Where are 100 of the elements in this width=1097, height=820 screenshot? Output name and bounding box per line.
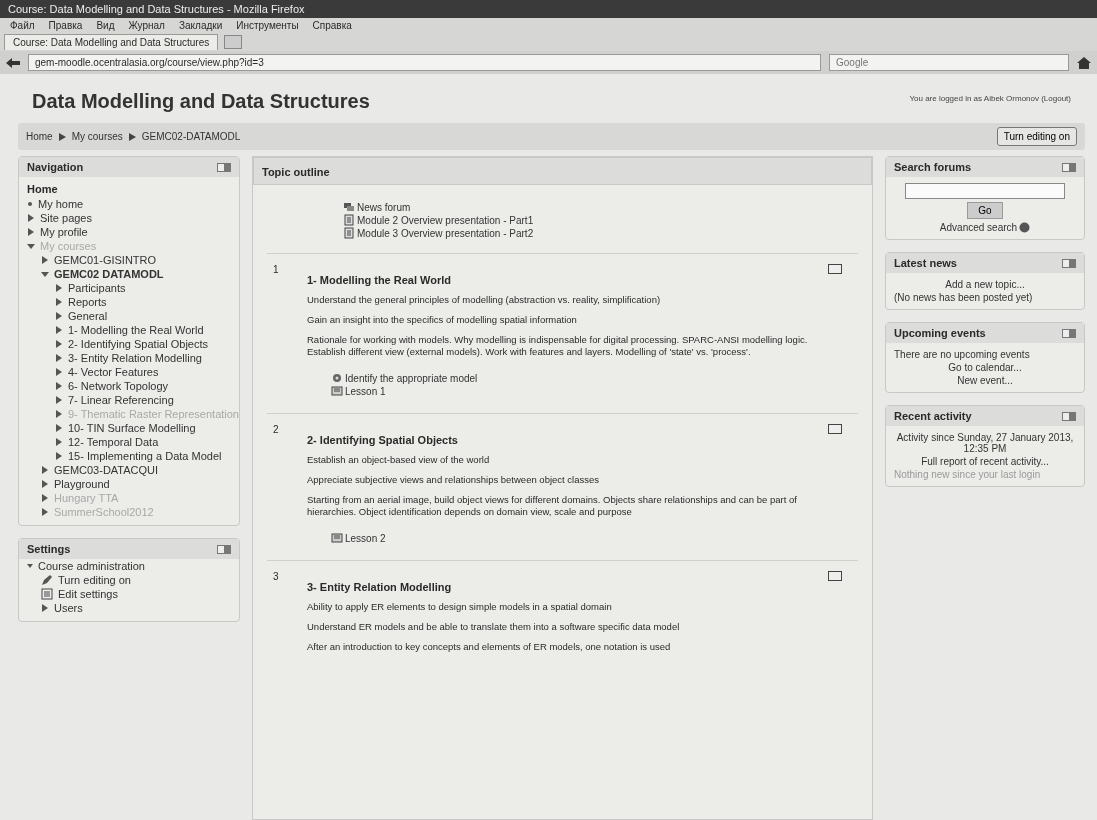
resource-link[interactable]: Module 2 Overview presentation - Part1 bbox=[357, 214, 534, 226]
search-field[interactable]: Google bbox=[829, 54, 1069, 71]
collapsed-arrow-icon bbox=[41, 478, 49, 490]
collapsed-arrow-icon bbox=[55, 422, 63, 434]
collapsed-arrow-icon bbox=[55, 282, 63, 294]
section-text: Rationale for working with models. Why modelling is indispensable for digital processing. SPARC-ANSI modelling logic. Establish different view (external models). Work with features and layers. Modelling of 'state' vs. 'process'. bbox=[307, 334, 809, 358]
dock-icon[interactable] bbox=[1062, 162, 1076, 172]
section-text: Starting from an aerial image, build object views for different domains. Objects share relationships and can be part of hierarchies. Object identification depends on domain view, scale and purpose bbox=[307, 494, 798, 518]
tree-item[interactable]: 4- Vector Features bbox=[55, 365, 239, 379]
tree-item[interactable]: My home bbox=[27, 197, 239, 211]
collapsed-arrow-icon bbox=[55, 450, 63, 462]
login-info: You are logged in as Aibek Ormonov (Logout) bbox=[909, 94, 1071, 103]
calendar-link[interactable]: New event... bbox=[894, 375, 1076, 386]
lesson-icon bbox=[331, 385, 343, 397]
block-title: Navigation bbox=[27, 161, 84, 173]
tree-item[interactable]: Playground bbox=[41, 477, 239, 491]
collapsed-arrow-icon bbox=[27, 212, 35, 224]
tree-item[interactable]: Participants bbox=[55, 281, 239, 295]
menu-item[interactable]: Справка bbox=[312, 20, 352, 31]
highlight-icon[interactable] bbox=[828, 264, 842, 274]
collapsed-arrow-icon bbox=[55, 352, 63, 364]
menu-item[interactable]: Закладки bbox=[178, 20, 223, 31]
tree-item[interactable]: GEMC02 DATAMODL bbox=[41, 267, 239, 281]
dock-icon[interactable] bbox=[217, 544, 231, 554]
section-text: After an introduction to key concepts and elements of ER models, one notation is used bbox=[307, 641, 672, 653]
tree-item[interactable]: 12- Temporal Data bbox=[55, 435, 239, 449]
dock-icon[interactable] bbox=[1062, 258, 1076, 268]
resource-link[interactable]: News forum bbox=[357, 201, 411, 213]
collapsed-arrow-icon bbox=[55, 380, 63, 392]
resource-link[interactable]: Identify the appropriate model bbox=[345, 372, 478, 384]
highlight-icon[interactable] bbox=[828, 571, 842, 581]
edit-button[interactable]: Turn editing on bbox=[996, 127, 1077, 146]
tree-item[interactable]: Reports bbox=[55, 295, 239, 309]
dock-icon[interactable] bbox=[1062, 328, 1076, 338]
dock-icon[interactable] bbox=[217, 162, 231, 172]
collapsed-arrow-icon bbox=[55, 436, 63, 448]
section-text: Establish an object-based view of the world bbox=[307, 454, 491, 466]
menu-item[interactable]: Журнал bbox=[128, 20, 165, 31]
block-title: Topic outline bbox=[262, 166, 330, 178]
section-text: Appreciate subjective views and relationships between object classes bbox=[307, 474, 601, 486]
menu-item[interactable]: Вид bbox=[96, 20, 115, 31]
menu-item[interactable]: Файл bbox=[10, 20, 35, 31]
tree-item[interactable]: Users bbox=[41, 601, 239, 615]
collapsed-arrow-icon bbox=[41, 492, 49, 504]
tree-item[interactable]: 2- Identifying Spatial Objects bbox=[55, 337, 239, 351]
add-topic-link[interactable]: Add a new topic... bbox=[894, 279, 1076, 290]
menu-item[interactable]: Инструменты bbox=[236, 20, 299, 31]
tree-item[interactable]: My profile bbox=[27, 225, 239, 239]
full-report-link[interactable]: Full report of recent activity... bbox=[894, 456, 1076, 467]
new-tab-button[interactable] bbox=[224, 35, 243, 49]
collapsed-arrow-icon bbox=[41, 506, 49, 518]
collapsed-arrow-icon bbox=[55, 338, 63, 350]
calendar-link[interactable]: Go to calendar... bbox=[894, 362, 1076, 373]
go-button[interactable]: Go bbox=[967, 202, 1003, 219]
collapsed-arrow-icon bbox=[41, 602, 49, 614]
tree-item[interactable]: 1- Modelling the Real World bbox=[55, 323, 239, 337]
tree-item[interactable]: Site pages bbox=[27, 211, 239, 225]
tree-item[interactable]: 3- Entity Relation Modelling bbox=[55, 351, 239, 365]
collapsed-arrow-icon bbox=[55, 296, 63, 308]
tree-item[interactable]: GEMC03-DATACQUI bbox=[41, 463, 239, 477]
browser-tab[interactable]: Course: Data Modelling and Data Structures bbox=[4, 34, 219, 50]
advanced-search-link[interactable]: Advanced search bbox=[939, 222, 1018, 233]
course-title: Data Modelling and Data Structures bbox=[32, 90, 370, 113]
menu-item[interactable]: Правка bbox=[48, 20, 83, 31]
lesson-icon bbox=[331, 532, 343, 544]
collapsed-arrow-icon bbox=[27, 226, 35, 238]
section-text: Understand ER models and be able to translate them into a software specific data model bbox=[307, 621, 681, 633]
tree-item[interactable]: GEMC01-GISINTRO bbox=[41, 253, 239, 267]
address-field[interactable]: gem-moodle.ocentralasia.org/course/view.php?id=3 bbox=[28, 54, 821, 71]
tree-item[interactable]: 7- Linear Referencing bbox=[55, 393, 239, 407]
tree-item[interactable]: Turn editing on bbox=[41, 573, 239, 587]
home-icon[interactable] bbox=[1077, 56, 1091, 69]
collapsed-arrow-icon bbox=[55, 366, 63, 378]
block-title: Upcoming events bbox=[894, 327, 986, 339]
collapsed-arrow-icon bbox=[55, 324, 63, 336]
breadcrumb-link[interactable]: Home bbox=[26, 131, 53, 142]
tree-item[interactable]: General bbox=[55, 309, 239, 323]
breadcrumb-link[interactable]: GEMC02-DATAMODL bbox=[141, 131, 241, 142]
dock-icon[interactable] bbox=[1062, 411, 1076, 421]
collapsed-arrow-icon bbox=[41, 254, 49, 266]
search-forums-field[interactable] bbox=[905, 183, 1065, 199]
document-icon bbox=[343, 214, 355, 226]
section-text: Ability to apply ER elements to design simple models in a spatial domain bbox=[307, 601, 613, 613]
block-title: Latest news bbox=[894, 257, 957, 269]
collapsed-arrow-icon bbox=[55, 310, 63, 322]
separator-icon bbox=[128, 132, 136, 141]
tree-item[interactable]: 6- Network Topology bbox=[55, 379, 239, 393]
resource-link[interactable]: Module 3 Overview presentation - Part2 bbox=[357, 227, 534, 239]
breadcrumb-link[interactable]: My courses bbox=[71, 131, 123, 142]
resource-link[interactable]: Lesson 2 bbox=[345, 532, 386, 544]
section-number: 1 bbox=[272, 264, 280, 277]
tree-item[interactable]: Course administration bbox=[27, 559, 239, 573]
home-link[interactable]: Home bbox=[19, 177, 239, 197]
resource-link[interactable]: Lesson 1 bbox=[345, 385, 386, 397]
tree-item[interactable]: Edit settings bbox=[41, 587, 239, 601]
section-text: Gain an insight into the specifics of modelling spatial information bbox=[307, 314, 578, 326]
tree-item[interactable]: 10- TIN Surface Modelling bbox=[55, 421, 239, 435]
highlight-icon[interactable] bbox=[828, 424, 842, 434]
tree-item[interactable]: 15- Implementing a Data Model bbox=[55, 449, 239, 463]
back-icon[interactable] bbox=[6, 56, 20, 69]
